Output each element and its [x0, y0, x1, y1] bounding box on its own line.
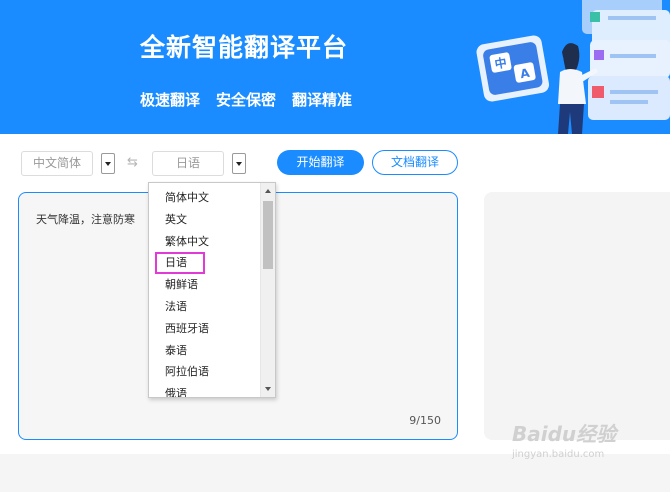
target-language-dropdown-button[interactable] — [232, 153, 246, 174]
watermark-main: Baidu经验 — [512, 422, 617, 446]
swap-languages-icon[interactable]: ⇆ — [127, 155, 138, 170]
dropdown-scrollbar[interactable] — [260, 183, 275, 397]
icon-char-zh: 中 — [493, 55, 507, 72]
scroll-up-arrow-icon[interactable] — [265, 189, 271, 193]
language-option-english[interactable]: 英文 — [149, 209, 261, 231]
source-language-dropdown-list[interactable]: 简体中文 英文 繁体中文 日语 朝鲜语 法语 西班牙语 泰语 阿拉伯语 俄语 — [148, 182, 276, 398]
banner-title: 全新智能翻译平台 — [140, 33, 349, 62]
scroll-down-arrow-icon[interactable] — [265, 387, 271, 391]
language-option-thai[interactable]: 泰语 — [149, 340, 261, 362]
feature-fast: 极速翻译 — [140, 91, 201, 109]
hero-banner: 全新智能翻译平台 极速翻译 安全保密 翻译精准 中 A — [0, 0, 670, 134]
target-language-select[interactable]: 日语 — [152, 151, 224, 176]
language-option-traditional-chinese[interactable]: 繁体中文 — [149, 231, 261, 253]
source-language-dropdown-button[interactable] — [101, 153, 115, 174]
document-translate-button[interactable]: 文档翻译 — [372, 150, 458, 175]
language-option-japanese[interactable]: 日语 — [155, 252, 205, 275]
language-option-arabic[interactable]: 阿拉伯语 — [149, 361, 261, 383]
language-option-korean[interactable]: 朝鲜语 — [149, 274, 261, 296]
language-options: 简体中文 英文 繁体中文 日语 朝鲜语 法语 西班牙语 泰语 阿拉伯语 俄语 — [149, 187, 261, 397]
translation-illustration: 中 A — [476, 0, 670, 134]
language-option-french[interactable]: 法语 — [149, 296, 261, 318]
language-option-spanish[interactable]: 西班牙语 — [149, 318, 261, 340]
language-option-russian[interactable]: 俄语 — [149, 383, 261, 397]
banner-features: 极速翻译 安全保密 翻译精准 — [140, 89, 352, 110]
translate-icon: 中 A — [476, 35, 550, 102]
baidu-jingyan-watermark: Baidu经验 jingyan.baidu.com — [512, 418, 616, 460]
feature-secure: 安全保密 — [216, 91, 277, 109]
scrollbar-thumb[interactable] — [263, 201, 273, 269]
character-count: 9/150 — [409, 414, 441, 427]
language-option-simplified-chinese[interactable]: 简体中文 — [149, 187, 261, 209]
start-translate-button[interactable]: 开始翻译 — [277, 150, 364, 175]
source-text: 天气降温，注意防寒 — [36, 213, 135, 226]
source-language-select[interactable]: 中文简体 — [21, 151, 93, 176]
watermark-url: jingyan.baidu.com — [512, 449, 605, 460]
document-cards-illustration — [582, 0, 670, 120]
translation-result-area — [484, 192, 670, 440]
feature-accurate: 翻译精准 — [292, 91, 353, 109]
